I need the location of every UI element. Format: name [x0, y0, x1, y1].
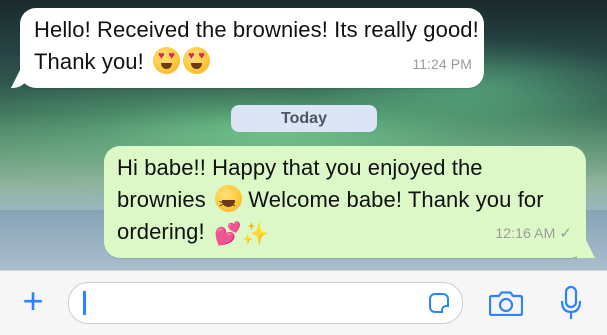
- text-cursor: [83, 291, 86, 315]
- plus-icon[interactable]: +: [16, 283, 50, 319]
- message-composer-bar: +: [0, 270, 607, 335]
- incoming-message-timestamp: 11:24 PM: [412, 56, 472, 72]
- outgoing-message-time: 12:16 AM: [495, 225, 556, 241]
- sent-check-icon: ✓: [559, 225, 572, 242]
- outgoing-message-bubble[interactable]: Hi babe!! Happy that you enjoyed the bro…: [104, 146, 586, 258]
- two-hearts-emoji: 💕: [213, 221, 242, 246]
- message-input[interactable]: [68, 282, 463, 324]
- date-divider: Today: [231, 105, 377, 132]
- sticker-icon[interactable]: [429, 293, 449, 313]
- heart-eyes-emoji: [153, 47, 181, 74]
- heart-eyes-emoji: [183, 47, 211, 74]
- laughing-emoji: [215, 185, 243, 221]
- incoming-message-bubble[interactable]: Hello! Received the brownies! Its really…: [20, 8, 484, 88]
- sparkles-emoji: ✨: [241, 221, 269, 246]
- camera-icon[interactable]: [489, 290, 523, 316]
- microphone-icon[interactable]: [559, 285, 583, 321]
- outgoing-message-timestamp: 12:16 AM ✓: [495, 217, 572, 250]
